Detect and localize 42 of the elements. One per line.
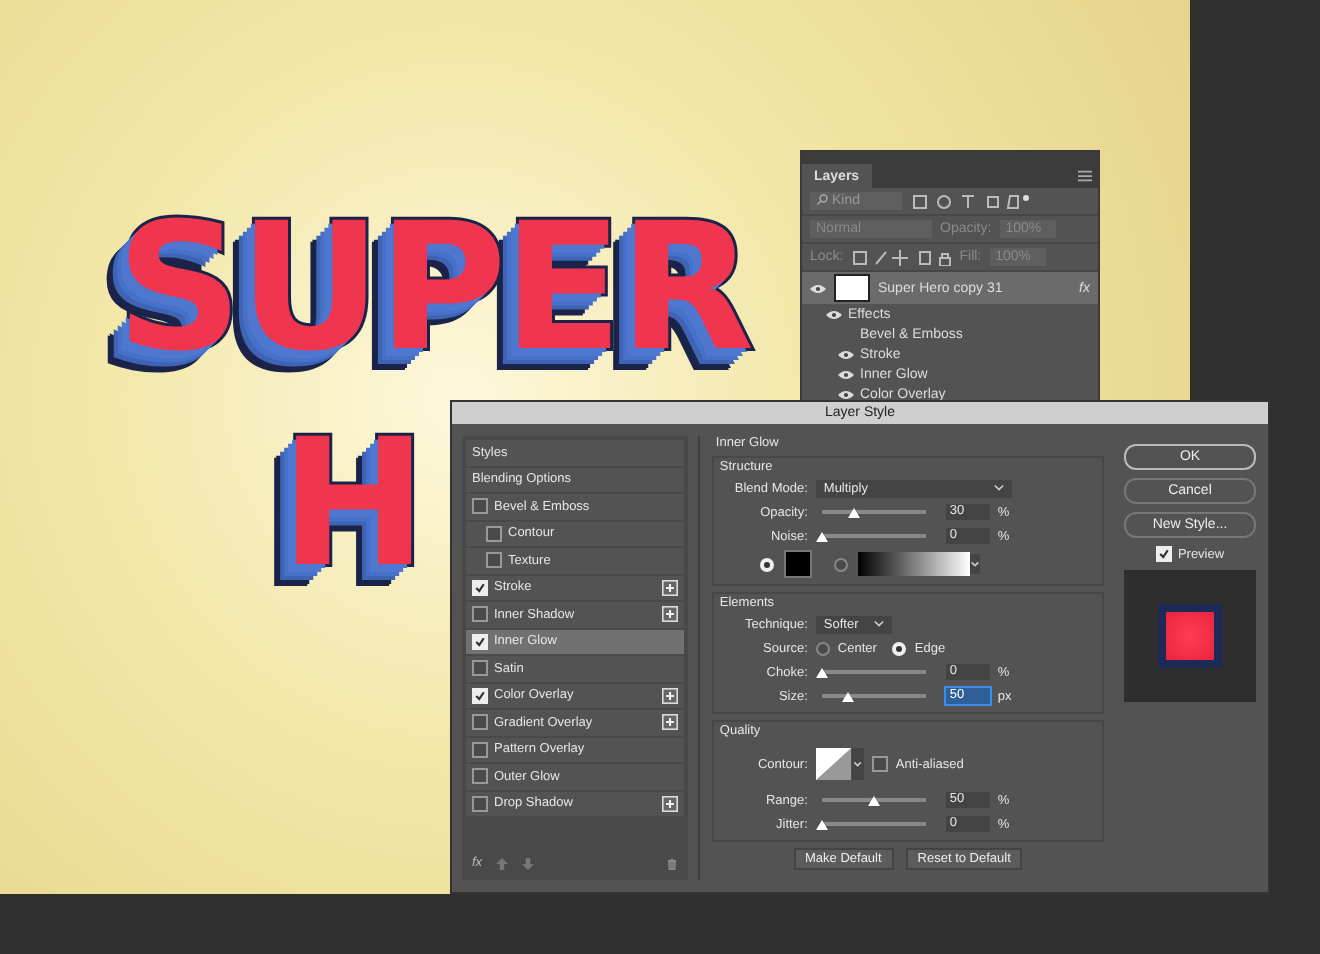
layer-thumbnail — [834, 274, 870, 302]
checkbox[interactable] — [472, 795, 488, 812]
add-icon[interactable] — [661, 795, 678, 812]
trash-icon[interactable] — [665, 857, 678, 869]
eye-icon[interactable] — [826, 309, 842, 319]
headline-artwork: SUPER — [116, 200, 751, 376]
color-swatch[interactable] — [783, 550, 812, 578]
caret-icon[interactable] — [969, 552, 980, 576]
eye-icon[interactable] — [838, 389, 854, 399]
filter-icons-drawing[interactable] — [910, 193, 1030, 209]
slider-thumb[interactable] — [841, 692, 854, 702]
contour-picker[interactable] — [815, 746, 864, 782]
add-icon[interactable] — [661, 579, 678, 596]
caret-icon[interactable] — [873, 620, 884, 628]
search-icon — [816, 194, 828, 207]
caret-icon[interactable] — [993, 484, 1004, 492]
slider-thumb[interactable] — [867, 796, 880, 806]
preview-swatch — [1158, 604, 1222, 668]
add-icon[interactable] — [661, 687, 678, 704]
eye-icon[interactable] — [838, 369, 854, 379]
checkbox[interactable] — [472, 660, 488, 677]
checkbox[interactable] — [486, 525, 502, 542]
checkbox[interactable] — [472, 741, 488, 758]
slider-thumb[interactable] — [815, 668, 828, 678]
menu-icon[interactable] — [1078, 170, 1092, 182]
checkbox[interactable] — [472, 498, 488, 515]
radio-button[interactable] — [815, 641, 830, 655]
add-icon[interactable] — [661, 606, 678, 623]
eye-icon[interactable] — [810, 283, 826, 293]
checkbox[interactable] — [472, 606, 488, 623]
slider-thumb[interactable] — [815, 820, 828, 830]
checkbox[interactable] — [486, 552, 502, 569]
checkbox[interactable] — [871, 756, 888, 772]
gradient-picker[interactable] — [857, 552, 970, 576]
checkbox[interactable] — [472, 714, 488, 731]
eye-icon[interactable] — [838, 349, 854, 359]
headline-artwork: H — [280, 416, 424, 592]
add-icon[interactable] — [661, 714, 678, 731]
radio-button[interactable] — [833, 557, 848, 571]
slider-thumb[interactable] — [847, 508, 859, 518]
lock-icons-drawing[interactable] — [851, 249, 952, 265]
checkbox[interactable] — [472, 768, 488, 785]
